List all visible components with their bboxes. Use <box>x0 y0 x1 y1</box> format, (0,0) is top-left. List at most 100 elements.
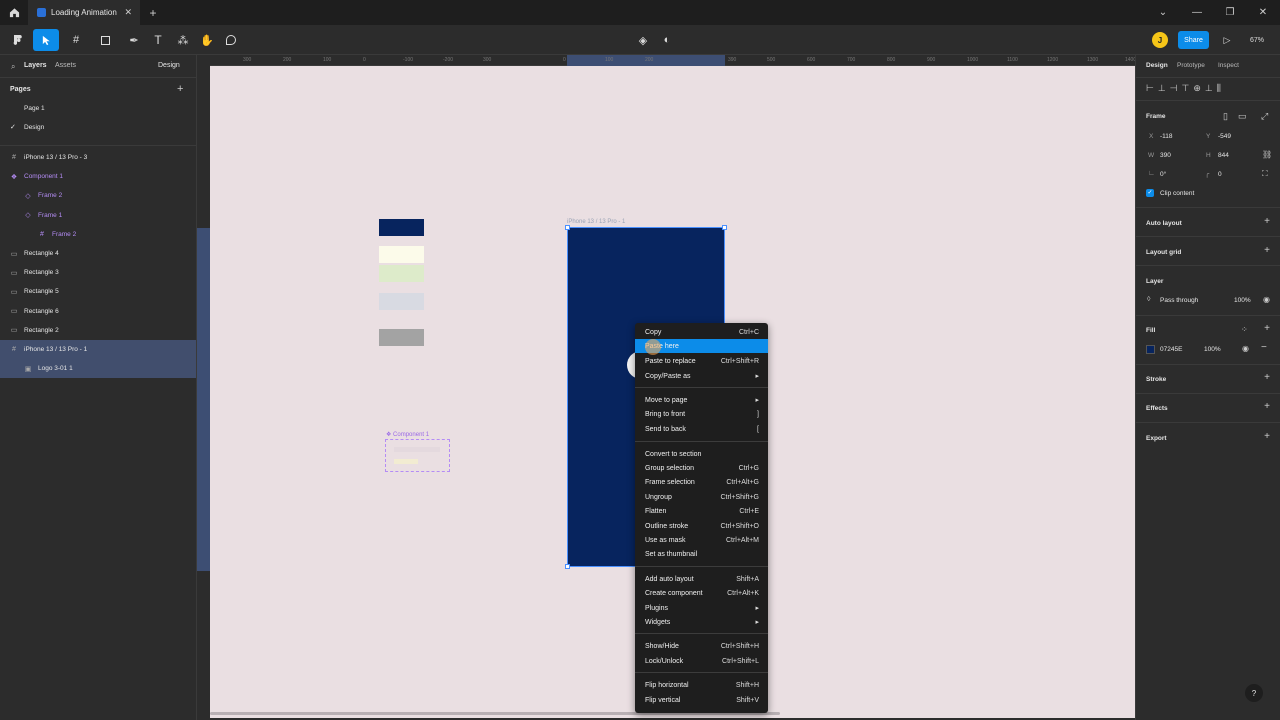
home-icon[interactable] <box>0 0 28 25</box>
share-button[interactable]: Share <box>1178 31 1209 49</box>
pen-tool-icon[interactable]: ✒ <box>122 29 146 51</box>
color-swatch[interactable] <box>379 293 424 310</box>
layout-grid-title[interactable]: Layout grid <box>1146 249 1181 256</box>
resize-handle[interactable] <box>565 225 570 230</box>
x-field[interactable]: -118 <box>1160 133 1173 140</box>
frame-tool-icon[interactable]: # <box>64 29 88 51</box>
component-label[interactable]: ❖ Component 1 <box>386 431 429 438</box>
export-title[interactable]: Export <box>1146 435 1167 442</box>
present-icon[interactable]: ▷ <box>1220 29 1234 51</box>
layer-item[interactable]: ▭ Rectangle 4 <box>0 244 196 263</box>
constrain-proportions-icon[interactable]: ⛓ <box>1262 150 1272 159</box>
layer-item[interactable]: ▣ Logo 3-01 1 <box>0 359 196 379</box>
menu-item-set-as-thumbnail[interactable]: Set as thumbnail <box>635 547 768 561</box>
menu-item-ungroup[interactable]: Ungroup Ctrl+Shift+G <box>635 490 768 504</box>
main-menu-icon[interactable] <box>6 29 28 51</box>
layer-item[interactable]: # iPhone 13 / 13 Pro - 1 <box>0 340 196 359</box>
effects-title[interactable]: Effects <box>1146 405 1168 412</box>
resize-to-fit-icon[interactable]: ⤢ <box>1261 111 1268 122</box>
page-item-design[interactable]: ✓ Design <box>0 119 196 136</box>
contrast-icon[interactable]: ◐ <box>659 29 675 51</box>
style-grid-icon[interactable]: ⁘ <box>1241 325 1248 334</box>
add-fill-icon[interactable]: + <box>1264 323 1270 334</box>
layer-item[interactable]: ▭ Rectangle 6 <box>0 302 196 321</box>
menu-item-lock-unlock[interactable]: Lock/Unlock Ctrl+Shift+L <box>635 654 768 668</box>
tab-inspect[interactable]: Inspect <box>1218 62 1239 69</box>
layer-item[interactable]: ▭ Rectangle 2 <box>0 321 196 340</box>
menu-item-widgets[interactable]: Widgets ▸ <box>635 615 768 629</box>
menu-item-add-auto-layout[interactable]: Add auto layout Shift+A <box>635 572 768 586</box>
search-icon[interactable]: ⌕ <box>11 62 15 72</box>
frame-label[interactable]: iPhone 13 / 13 Pro - 1 <box>567 219 625 225</box>
menu-item-flip-vertical[interactable]: Flip vertical Shift+V <box>635 693 768 707</box>
resize-handle[interactable] <box>565 564 570 569</box>
layer-item[interactable]: ▭ Rectangle 5 <box>0 282 196 301</box>
close-tab-icon[interactable]: ✕ <box>124 7 132 18</box>
comment-tool-icon[interactable] <box>222 29 240 51</box>
add-page-icon[interactable]: + <box>177 83 183 95</box>
menu-item-plugins[interactable]: Plugins ▸ <box>635 601 768 615</box>
close-window-icon[interactable]: ✕ <box>1246 0 1280 25</box>
stroke-title[interactable]: Stroke <box>1146 376 1166 383</box>
color-swatch[interactable] <box>379 219 424 236</box>
menu-item-copy[interactable]: Copy Ctrl+C <box>635 325 768 339</box>
layer-item[interactable]: ❖ Component 1 <box>0 167 196 186</box>
maximize-icon[interactable]: ❐ <box>1213 0 1247 25</box>
add-layout-grid-icon[interactable]: + <box>1264 245 1270 256</box>
frame-title[interactable]: Frame <box>1146 113 1166 120</box>
fill-opacity-field[interactable]: 100% <box>1204 346 1221 353</box>
layer-item[interactable]: ◇ Frame 2 <box>0 186 196 205</box>
layer-item[interactable]: ▭ Rectangle 3 <box>0 263 196 282</box>
menu-item-send-to-back[interactable]: Send to back [ <box>635 422 768 436</box>
tab-design[interactable]: Design <box>1146 62 1168 69</box>
menu-item-flip-horizontal[interactable]: Flip horizontal Shift+H <box>635 678 768 692</box>
layer-item[interactable]: # iPhone 13 / 13 Pro - 3 <box>0 148 196 167</box>
add-export-icon[interactable]: + <box>1264 431 1270 442</box>
resize-handle[interactable] <box>722 225 727 230</box>
tab-assets[interactable]: Assets <box>55 62 76 69</box>
rotation-field[interactable]: 0° <box>1160 171 1166 178</box>
menu-item-outline-stroke[interactable]: Outline stroke Ctrl+Shift+O <box>635 519 768 533</box>
w-field[interactable]: 390 <box>1160 152 1171 159</box>
eye-icon[interactable]: ◉ <box>1242 344 1249 353</box>
component-tool-icon[interactable]: ◈ <box>635 29 651 51</box>
menu-item-paste-to-replace[interactable]: Paste to replace Ctrl+Shift+R <box>635 354 768 368</box>
hand-tool-icon[interactable]: ✋ <box>198 29 216 51</box>
tab-prototype[interactable]: Prototype <box>1177 62 1205 69</box>
color-swatch[interactable] <box>379 246 424 263</box>
fill-hex-field[interactable]: 07245E <box>1160 346 1182 353</box>
blend-mode-dropdown[interactable]: Pass through <box>1160 297 1198 304</box>
auto-layout-title[interactable]: Auto layout <box>1146 220 1182 227</box>
add-auto-layout-icon[interactable]: + <box>1264 216 1270 227</box>
alignment-icons[interactable]: ⊢⊥⊣⊤⊕⊥⫼ <box>1146 83 1225 94</box>
menu-item-bring-to-front[interactable]: Bring to front] <box>635 407 768 421</box>
page-item-page-1[interactable]: Page 1 <box>0 100 196 117</box>
avatar[interactable]: J <box>1152 32 1168 48</box>
menu-item-use-as-mask[interactable]: Use as mask Ctrl+Alt+M <box>635 533 768 547</box>
menu-item-group-selection[interactable]: Group selection Ctrl+G <box>635 461 768 475</box>
text-tool-icon[interactable]: T <box>150 29 166 51</box>
layer-item[interactable]: # Frame 2 <box>0 225 196 244</box>
menu-item-convert-to-section[interactable]: Convert to section <box>635 447 768 461</box>
color-swatch[interactable] <box>379 329 424 346</box>
add-stroke-icon[interactable]: + <box>1264 372 1270 383</box>
add-effect-icon[interactable]: + <box>1264 401 1270 412</box>
clip-content-checkbox[interactable]: ✓ <box>1146 189 1154 197</box>
radius-field[interactable]: 0 <box>1218 171 1222 178</box>
chevron-down-icon[interactable]: ⌄ <box>1146 0 1180 25</box>
component-1[interactable] <box>385 439 450 472</box>
portrait-icon[interactable]: ▯ <box>1223 111 1228 122</box>
menu-item-move-to-page[interactable]: Move to page ▸ <box>635 393 768 407</box>
move-tool-button[interactable] <box>33 29 59 51</box>
design-dropdown[interactable]: Design <box>158 62 180 69</box>
resources-icon[interactable]: ⁂ <box>174 29 192 51</box>
fill-color-chip[interactable] <box>1146 345 1155 354</box>
menu-item-show-hide[interactable]: Show/Hide Ctrl+Shift+H <box>635 639 768 653</box>
tab-loading-animation[interactable]: Loading Animation ✕ <box>28 0 140 25</box>
menu-item-frame-selection[interactable]: Frame selection Ctrl+Alt+G <box>635 475 768 489</box>
menu-item-copy-paste-as[interactable]: Copy/Paste as ▸ <box>635 369 768 383</box>
layer-item[interactable]: ◇ Frame 1 <box>0 206 196 225</box>
independent-corners-icon[interactable]: ⛶ <box>1262 169 1268 179</box>
landscape-icon[interactable]: ▭ <box>1238 111 1247 122</box>
y-field[interactable]: -549 <box>1218 133 1231 140</box>
